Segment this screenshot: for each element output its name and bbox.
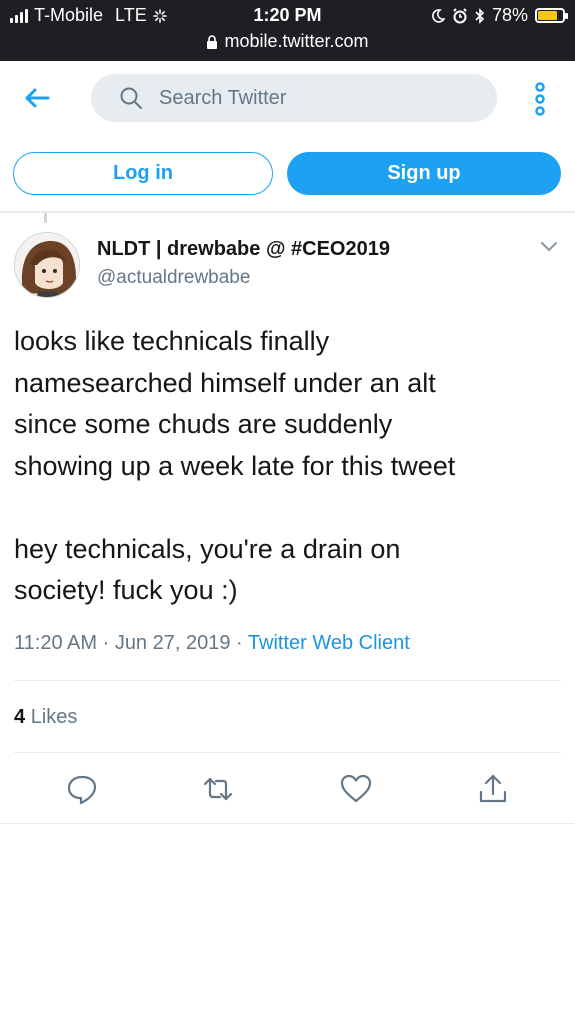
tweet-actions — [0, 772, 575, 806]
battery-percent: 78% — [491, 5, 528, 25]
alarm-clock-icon — [453, 7, 467, 23]
search-placeholder: Search Twitter — [159, 86, 287, 109]
reply-icon — [67, 775, 97, 805]
status-bar: T-Mobile LTE 1:20 PM 78% mobile.twitter.… — [0, 0, 575, 61]
tweet-text: looks like technicals finally namesearch… — [14, 326, 456, 605]
meta-separator: · — [102, 632, 115, 654]
meta-separator: · — [236, 632, 248, 654]
tweet-menu-button[interactable] — [539, 240, 559, 254]
chevron-down-icon — [541, 242, 557, 251]
url-label[interactable]: mobile.twitter.com — [224, 31, 368, 52]
tweet-handle[interactable]: @actualdrewbabe — [97, 267, 250, 289]
retweet-icon — [203, 777, 233, 801]
bluetooth-icon — [475, 7, 485, 24]
divider — [14, 752, 561, 753]
battery-level-fill — [538, 11, 557, 20]
share-icon — [479, 774, 507, 803]
likes-count: 4 — [14, 706, 26, 728]
tweet-time[interactable]: 11:20 AM — [14, 632, 97, 654]
battery-icon — [535, 8, 568, 23]
back-button[interactable] — [22, 83, 52, 113]
auth-buttons: Log in Sign up — [0, 152, 575, 196]
avatar-illustration — [15, 233, 79, 297]
share-button[interactable] — [476, 772, 510, 806]
top-nav-bar: Search Twitter — [0, 61, 575, 136]
sign-up-button[interactable]: Sign up — [287, 152, 561, 195]
divider — [0, 823, 575, 824]
search-bar[interactable]: Search Twitter — [91, 74, 497, 122]
like-button[interactable] — [339, 772, 373, 806]
tweet-date[interactable]: Jun 27, 2019 — [115, 632, 231, 654]
log-in-button[interactable]: Log in — [13, 152, 273, 195]
more-options-button[interactable] — [530, 81, 550, 117]
thread-connector-line — [44, 213, 47, 223]
avatar[interactable] — [14, 232, 80, 298]
search-icon — [120, 87, 142, 109]
divider — [14, 680, 561, 681]
back-arrow-icon — [25, 88, 50, 108]
more-vertical-icon — [535, 82, 545, 116]
retweet-button[interactable] — [201, 772, 235, 806]
likes-stat[interactable]: 4 Likes — [14, 706, 77, 729]
tweet-client-link[interactable]: Twitter Web Client — [248, 632, 410, 654]
heart-icon — [340, 774, 372, 803]
reply-button[interactable] — [65, 772, 99, 806]
lock-icon — [207, 34, 218, 49]
tweet-meta: 11:20 AM · Jun 27, 2019 · Twitter Web Cl… — [14, 632, 410, 655]
likes-label: Likes — [30, 706, 78, 728]
divider — [0, 211, 575, 213]
do-not-disturb-moon-icon — [432, 8, 445, 23]
tweet-display-name[interactable]: NLDT | drewbabe @ #CEO2019 — [97, 238, 390, 261]
